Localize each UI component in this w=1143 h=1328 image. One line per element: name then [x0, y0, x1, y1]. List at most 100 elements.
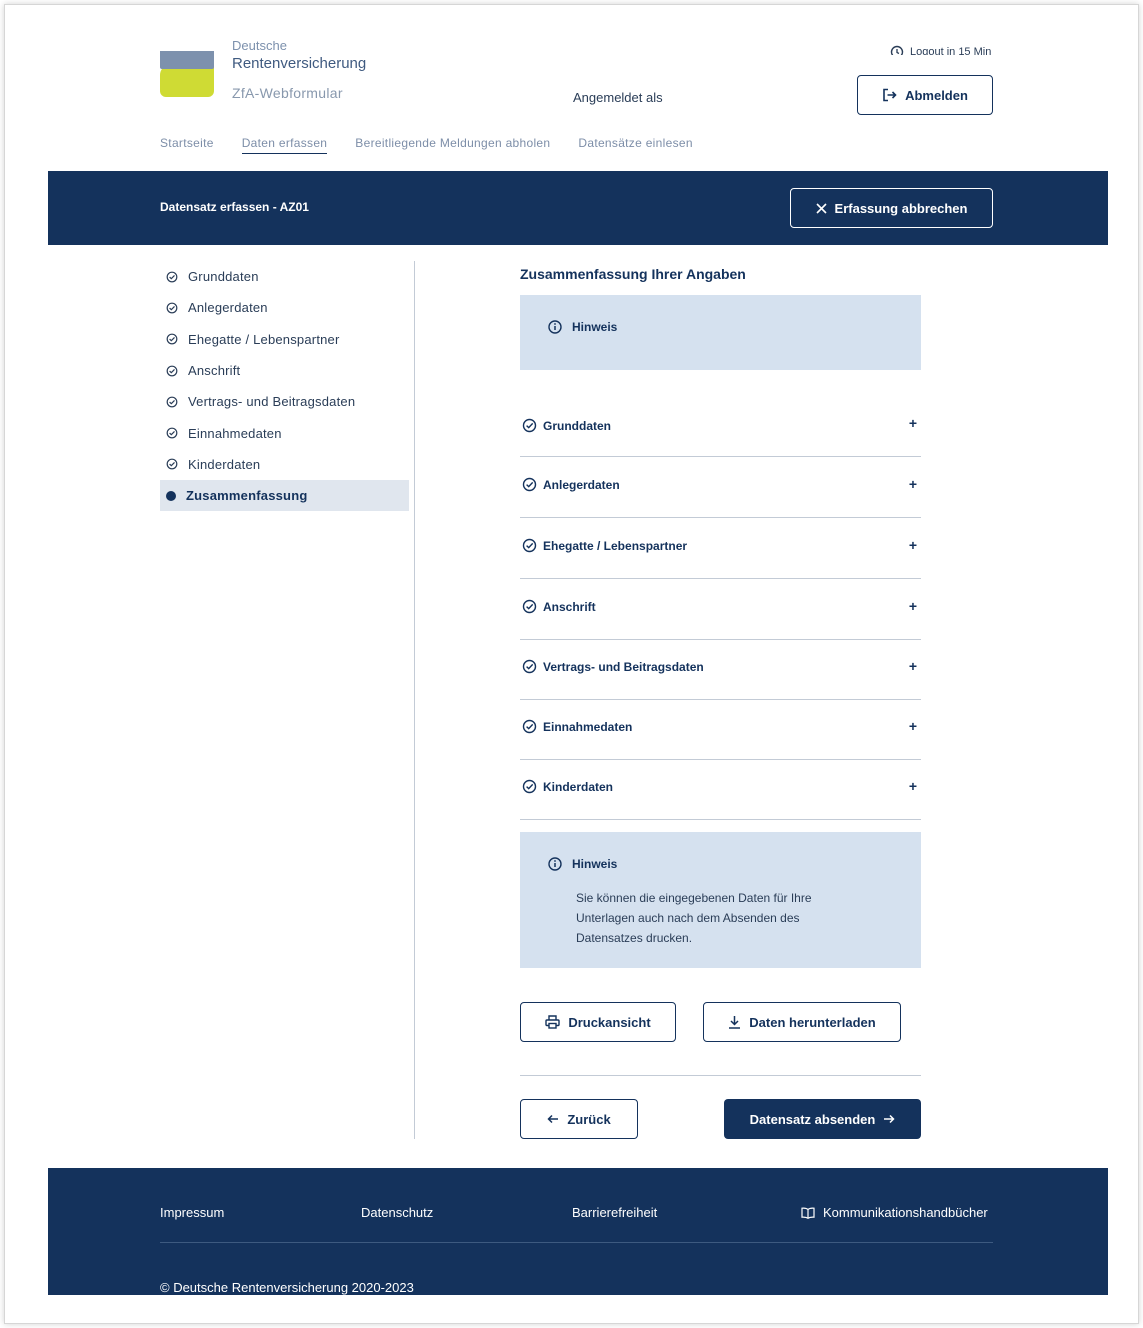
accordion-einnahmedaten[interactable]: Einnahmedaten + — [520, 699, 921, 760]
sidebar-item-anlegerdaten[interactable]: Anlegerdaten — [160, 292, 409, 323]
expand-plus-icon[interactable]: + — [909, 476, 917, 492]
cancel-entry-label: Erfassung abbrechen — [834, 200, 968, 216]
footer-link-label: Kommunikationshandbücher — [823, 1205, 988, 1220]
hint-box-print: Hinweis Sie können die eingegebenen Date… — [520, 832, 921, 968]
footer-link-impressum[interactable]: Impressum — [160, 1205, 224, 1220]
sidebar-item-label: Ehegatte / Lebenspartner — [188, 331, 340, 347]
current-step-dot-icon — [166, 490, 176, 501]
sidebar-item-label: Grunddaten — [188, 269, 259, 285]
arrow-right-icon — [884, 1114, 895, 1124]
hint-box-top: Hinweis — [520, 295, 921, 370]
check-circle-icon — [522, 477, 537, 492]
print-view-button[interactable]: Druckansicht — [520, 1002, 676, 1042]
nav-startseite[interactable]: Startseite — [160, 136, 214, 154]
nav-daten-erfassen[interactable]: Daten erfassen — [241, 136, 328, 154]
clock-icon — [890, 45, 904, 55]
form-title: Datensatz erfassen - AZ01 — [160, 200, 309, 214]
check-circle-icon — [166, 427, 178, 439]
sidebar-item-kinderdaten[interactable]: Kinderdaten — [160, 449, 409, 480]
download-data-button[interactable]: Daten herunterladen — [703, 1002, 901, 1042]
accordion-label: Ehegatte / Lebenspartner — [543, 538, 688, 553]
expand-plus-icon[interactable]: + — [909, 658, 917, 674]
logout-button-label: Abmelden — [905, 87, 968, 103]
form-header-bar: Datensatz erfassen - AZ01 Erfassung abbr… — [48, 171, 1108, 245]
print-view-label: Druckansicht — [568, 1014, 651, 1030]
accordion-anschrift[interactable]: Anschrift + — [520, 579, 921, 640]
accordion-label: Anschrift — [543, 599, 596, 614]
step-sidebar: Grunddaten Anlegerdaten Ehegatte / Leben… — [160, 261, 409, 512]
check-circle-icon — [522, 599, 537, 614]
sidebar-item-label: Einnahmedaten — [188, 425, 282, 441]
accordion-vertragsdaten[interactable]: Vertrags- und Beitragsdaten + — [520, 639, 921, 700]
footer-link-barrierefreiheit[interactable]: Barrierefreiheit — [572, 1205, 657, 1220]
back-button-label: Zurück — [567, 1111, 611, 1127]
book-icon — [801, 1207, 815, 1219]
check-circle-icon — [522, 538, 537, 553]
check-circle-icon — [166, 459, 178, 470]
hint-title: Hinweis — [572, 857, 618, 871]
submit-record-button[interactable]: Datensatz absenden — [724, 1099, 921, 1139]
logged-in-as: Angemeldet als — [573, 90, 663, 105]
download-data-label: Daten herunterladen — [749, 1014, 876, 1030]
check-circle-icon — [166, 302, 178, 314]
sidebar-divider — [414, 261, 415, 1139]
accordion-label: Einnahmedaten — [543, 719, 633, 734]
sidebar-item-label: Zusammenfassung — [186, 488, 308, 504]
expand-plus-icon[interactable]: + — [909, 778, 917, 794]
sidebar-item-vertragsdaten[interactable]: Vertrags- und Beitragsdaten — [160, 386, 409, 417]
sidebar-item-ehegatte[interactable]: Ehegatte / Lebenspartner — [160, 324, 409, 355]
brand-name: Rentenversicherung — [232, 55, 367, 72]
check-circle-icon — [522, 779, 537, 794]
submit-record-label: Datensatz absenden — [749, 1111, 876, 1127]
sidebar-item-anschrift[interactable]: Anschrift — [160, 355, 409, 386]
footer: Impressum Datenschutz Barrierefreiheit K… — [48, 1168, 1108, 1295]
logout-icon — [883, 88, 897, 102]
hint-title: Hinweis — [572, 320, 618, 334]
expand-plus-icon[interactable]: + — [909, 598, 917, 614]
check-circle-icon — [166, 396, 178, 408]
expand-plus-icon[interactable]: + — [909, 537, 917, 553]
info-icon — [548, 857, 562, 871]
page-title: Zusammenfassung Ihrer Angaben — [520, 266, 746, 282]
sidebar-item-grunddaten[interactable]: Grunddaten — [160, 261, 409, 292]
arrow-left-icon — [547, 1114, 559, 1124]
accordion-label: Kinderdaten — [543, 779, 614, 794]
check-circle-icon — [166, 365, 178, 376]
check-circle-icon — [522, 418, 537, 433]
check-circle-icon — [522, 659, 537, 674]
divider — [520, 1075, 921, 1076]
sidebar-item-einnahmedaten[interactable]: Einnahmedaten — [160, 417, 409, 448]
accordion-kinderdaten[interactable]: Kinderdaten + — [520, 759, 921, 820]
expand-plus-icon[interactable]: + — [909, 415, 917, 431]
expand-plus-icon[interactable]: + — [909, 718, 917, 734]
page: Deutsche Rentenversicherung ZfA-Webformu… — [48, 5, 1108, 1295]
info-icon — [548, 320, 562, 334]
accordion-grunddaten[interactable]: Grunddaten + — [520, 396, 921, 457]
copyright: © Deutsche Rentenversicherung 2020-2023 — [160, 1280, 414, 1295]
footer-divider — [160, 1242, 993, 1243]
accordion-label: Vertrags- und Beitragsdaten — [543, 659, 704, 674]
check-circle-icon — [166, 271, 178, 283]
sidebar-item-zusammenfassung[interactable]: Zusammenfassung — [160, 480, 409, 512]
brand-top: Deutsche — [232, 41, 287, 51]
logout-button[interactable]: Abmelden — [857, 75, 993, 115]
cancel-entry-button[interactable]: Erfassung abbrechen — [790, 188, 993, 228]
footer-link-datenschutz[interactable]: Datenschutz — [361, 1205, 433, 1220]
download-icon — [729, 1016, 741, 1029]
accordion-anlegerdaten[interactable]: Anlegerdaten + — [520, 457, 921, 518]
footer-link-kommunikationshandbuecher[interactable]: Kommunikationshandbücher — [801, 1205, 988, 1220]
window-frame: Deutsche Rentenversicherung ZfA-Webformu… — [4, 4, 1139, 1324]
brand-subtitle: ZfA-Webformular — [232, 85, 343, 101]
top-navigation: Startseite Daten erfassen Bereitliegende… — [160, 136, 693, 154]
sidebar-item-label: Anlegerdaten — [188, 300, 268, 316]
drv-logo[interactable] — [160, 51, 214, 97]
nav-meldungen-abholen[interactable]: Bereitliegende Meldungen abholen — [355, 136, 550, 154]
nav-datensaetze-einlesen[interactable]: Datensätze einlesen — [578, 136, 692, 154]
accordion-label: Grunddaten — [543, 418, 611, 433]
back-button[interactable]: Zurück — [520, 1099, 638, 1139]
check-circle-icon — [522, 719, 537, 734]
check-circle-icon — [166, 333, 178, 345]
hint-text: Sie können die eingegebenen Daten für Ih… — [576, 891, 812, 945]
accordion-ehegatte[interactable]: Ehegatte / Lebenspartner + — [520, 518, 921, 579]
printer-icon — [545, 1015, 561, 1029]
